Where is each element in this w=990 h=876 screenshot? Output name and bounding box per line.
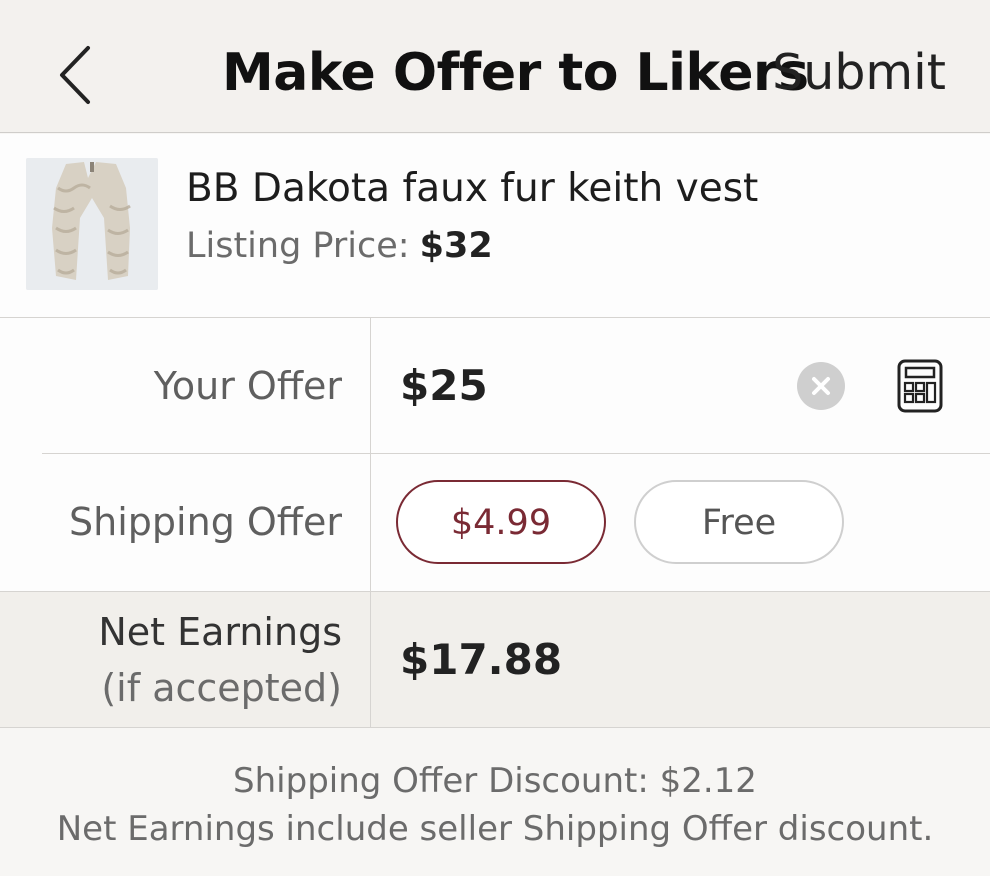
net-earnings-label: Net Earnings (98, 610, 342, 654)
back-button[interactable] (52, 42, 102, 108)
net-earnings-note: Net Earnings include seller Shipping Off… (56, 809, 934, 849)
footer-notes: Shipping Offer Discount: $2.12 Net Earni… (0, 728, 990, 876)
net-earnings-row: Net Earnings (if accepted) $17.88 (0, 591, 990, 728)
calculator-button[interactable] (896, 358, 944, 414)
submit-button[interactable]: Submit (772, 40, 946, 106)
column-divider (370, 318, 371, 728)
shipping-offer-row: Shipping Offer $4.99 Free (0, 454, 990, 591)
listing-thumbnail (26, 158, 158, 290)
your-offer-row: Your Offer $25 (0, 318, 990, 454)
clear-circle-icon (812, 377, 830, 395)
listing-price-label: Listing Price: (186, 226, 410, 266)
net-earnings-value: $17.88 (400, 635, 563, 684)
clear-offer-button[interactable] (797, 362, 845, 410)
listing-summary: BB Dakota faux fur keith vest Listing Pr… (0, 134, 990, 318)
net-earnings-label-group: Net Earnings (if accepted) (98, 604, 342, 716)
listing-price-value: $32 (419, 226, 493, 266)
shipping-offer-label: Shipping Offer (69, 500, 342, 544)
shipping-option-free[interactable]: Free (634, 480, 844, 564)
listing-title: BB Dakota faux fur keith vest (186, 166, 759, 211)
your-offer-input[interactable]: $25 (400, 356, 488, 416)
shipping-discount-note: Shipping Offer Discount: $2.12 (233, 761, 757, 801)
offer-form: Your Offer $25 Shipping Offer $4.99 Free (0, 318, 990, 728)
your-offer-label: Your Offer (153, 364, 342, 408)
listing-price: Listing Price: $32 (186, 222, 493, 270)
header-bar: Make Offer to Likers Submit (0, 0, 990, 133)
calculator-icon (897, 359, 943, 413)
chevron-left-icon (60, 46, 90, 104)
page-title: Make Offer to Likers (222, 43, 809, 103)
net-earnings-sublabel: (if accepted) (101, 666, 342, 710)
shipping-option-paid[interactable]: $4.99 (396, 480, 606, 564)
